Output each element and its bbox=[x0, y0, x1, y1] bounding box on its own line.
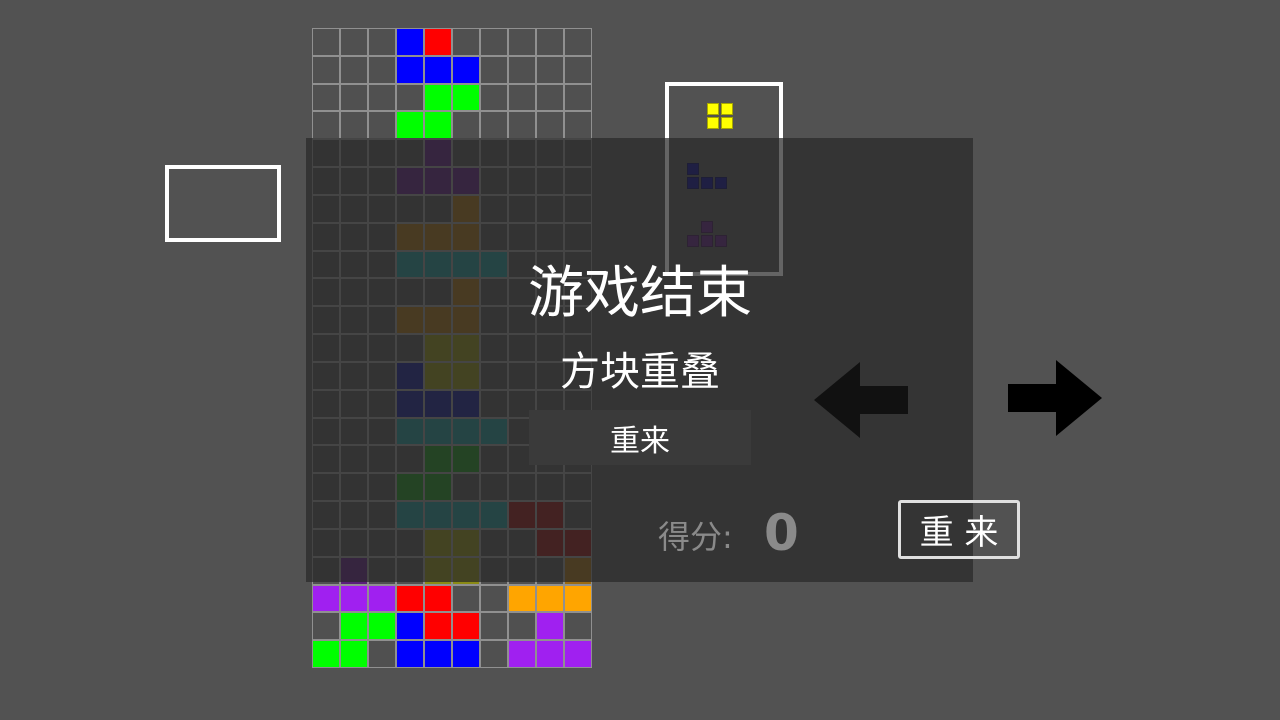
board-cell bbox=[480, 111, 508, 140]
board-block bbox=[312, 640, 340, 668]
board-block bbox=[424, 584, 452, 613]
board-block bbox=[508, 640, 536, 668]
hold-box bbox=[165, 165, 281, 242]
board-cell bbox=[368, 83, 396, 112]
board-cell bbox=[452, 584, 480, 613]
board-cell bbox=[312, 612, 340, 641]
board-block bbox=[396, 640, 424, 668]
board-block bbox=[564, 584, 592, 613]
next-piece-block bbox=[721, 103, 733, 115]
board-block bbox=[424, 640, 452, 668]
score-label: 得分: bbox=[658, 518, 733, 556]
board-block bbox=[536, 584, 564, 613]
board-block bbox=[452, 83, 480, 112]
board-block bbox=[564, 640, 592, 668]
board-cell bbox=[340, 83, 368, 112]
board-cell bbox=[508, 28, 536, 56]
board-block bbox=[424, 28, 452, 56]
arrow-left-icon[interactable] bbox=[814, 362, 908, 438]
next-piece-block bbox=[707, 117, 719, 129]
board-cell bbox=[536, 28, 564, 56]
board-block bbox=[396, 111, 424, 140]
board-block bbox=[424, 83, 452, 112]
board-cell bbox=[340, 111, 368, 140]
board-cell bbox=[368, 640, 396, 668]
game-over-title: 游戏结束 bbox=[528, 261, 752, 326]
board-cell bbox=[564, 28, 592, 56]
board-cell bbox=[508, 612, 536, 641]
board-block bbox=[396, 55, 424, 84]
board-cell bbox=[536, 55, 564, 84]
board-cell bbox=[480, 55, 508, 84]
board-cell bbox=[340, 28, 368, 56]
board-cell bbox=[564, 83, 592, 112]
board-cell bbox=[564, 111, 592, 140]
board-cell bbox=[480, 584, 508, 613]
board-cell bbox=[480, 640, 508, 668]
board-block bbox=[452, 612, 480, 641]
board-block bbox=[536, 612, 564, 641]
board-block bbox=[340, 612, 368, 641]
board-block bbox=[340, 640, 368, 668]
board-cell bbox=[536, 111, 564, 140]
board-cell bbox=[312, 83, 340, 112]
board-block bbox=[508, 584, 536, 613]
board-cell bbox=[452, 111, 480, 140]
board-cell bbox=[368, 111, 396, 140]
board-cell bbox=[312, 55, 340, 84]
board-block bbox=[452, 55, 480, 84]
restart-button[interactable]: 重 来 bbox=[898, 500, 1020, 559]
board-cell bbox=[480, 612, 508, 641]
board-cell bbox=[368, 28, 396, 56]
board-block bbox=[368, 584, 396, 613]
score-value: 0 bbox=[764, 504, 799, 562]
board-block bbox=[396, 28, 424, 56]
board-cell bbox=[480, 28, 508, 56]
board-cell bbox=[508, 111, 536, 140]
board-cell bbox=[508, 83, 536, 112]
board-block bbox=[424, 55, 452, 84]
board-cell bbox=[396, 83, 424, 112]
board-cell bbox=[564, 612, 592, 641]
next-piece-block bbox=[721, 117, 733, 129]
board-block bbox=[424, 612, 452, 641]
board-block bbox=[368, 612, 396, 641]
board-block bbox=[452, 640, 480, 668]
board-cell bbox=[368, 55, 396, 84]
board-cell bbox=[452, 28, 480, 56]
board-cell bbox=[340, 55, 368, 84]
board-block bbox=[396, 584, 424, 613]
arrow-right-icon[interactable] bbox=[1008, 360, 1102, 436]
board-cell bbox=[508, 55, 536, 84]
board-cell bbox=[536, 83, 564, 112]
next-piece-block bbox=[707, 103, 719, 115]
board-cell bbox=[564, 55, 592, 84]
board-cell bbox=[312, 28, 340, 56]
board-cell bbox=[312, 111, 340, 140]
board-cell bbox=[480, 83, 508, 112]
board-block bbox=[396, 612, 424, 641]
board-block bbox=[536, 640, 564, 668]
overlay-restart-button[interactable]: 重来 bbox=[529, 410, 751, 465]
board-block bbox=[312, 584, 340, 613]
board-block bbox=[424, 111, 452, 140]
board-block bbox=[340, 584, 368, 613]
